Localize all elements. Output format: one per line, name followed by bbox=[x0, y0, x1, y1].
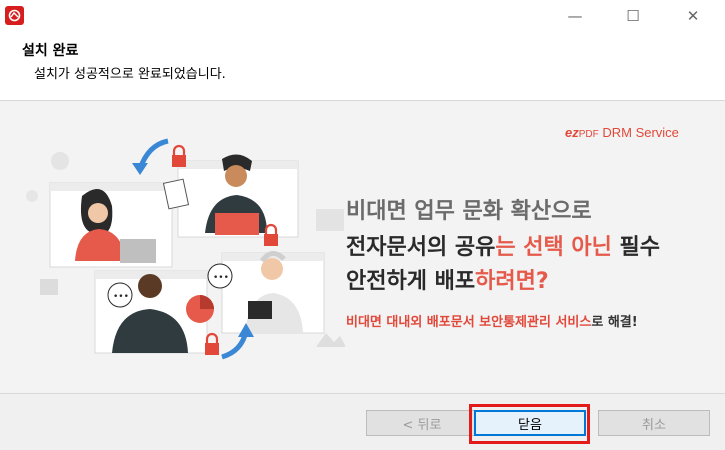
banner-panel: ••• ••• ezPDF DRM Service 비대면 업무 문화 확산으로… bbox=[0, 101, 725, 393]
back-button[interactable]: < 뒤로 bbox=[366, 410, 478, 436]
minimize-button[interactable]: — bbox=[552, 0, 598, 32]
app-icon bbox=[5, 6, 24, 25]
brand-logo: ezPDF DRM Service bbox=[565, 125, 679, 140]
title-bar: — ☐ ✕ bbox=[0, 0, 725, 32]
headline-line-1: 비대면 업무 문화 확산으로 bbox=[346, 199, 592, 224]
maximize-button[interactable]: ☐ bbox=[610, 0, 656, 32]
headline-line-2: 전자문서의 공유는 선택 아닌 필수 bbox=[346, 235, 661, 260]
service-tagline: 비대면 대내외 배포문서 보안통제관리 서비스로 해결! bbox=[346, 315, 638, 330]
page-title: 설치 완료 bbox=[22, 43, 79, 59]
page-subtitle: 설치가 성공적으로 완료되었습니다. bbox=[34, 67, 226, 82]
svg-text:•••: ••• bbox=[213, 273, 229, 283]
cancel-button[interactable]: 취소 bbox=[598, 410, 710, 436]
headline-line-3: 안전하게 배포하려면? bbox=[346, 269, 549, 294]
wizard-header: 설치 완료 설치가 성공적으로 완료되었습니다. bbox=[0, 32, 725, 101]
close-window-button[interactable]: ✕ bbox=[670, 0, 716, 32]
svg-text:•••: ••• bbox=[113, 292, 129, 302]
collaboration-illustration: ••• ••• bbox=[26, 138, 345, 360]
highlight-box bbox=[469, 404, 590, 444]
